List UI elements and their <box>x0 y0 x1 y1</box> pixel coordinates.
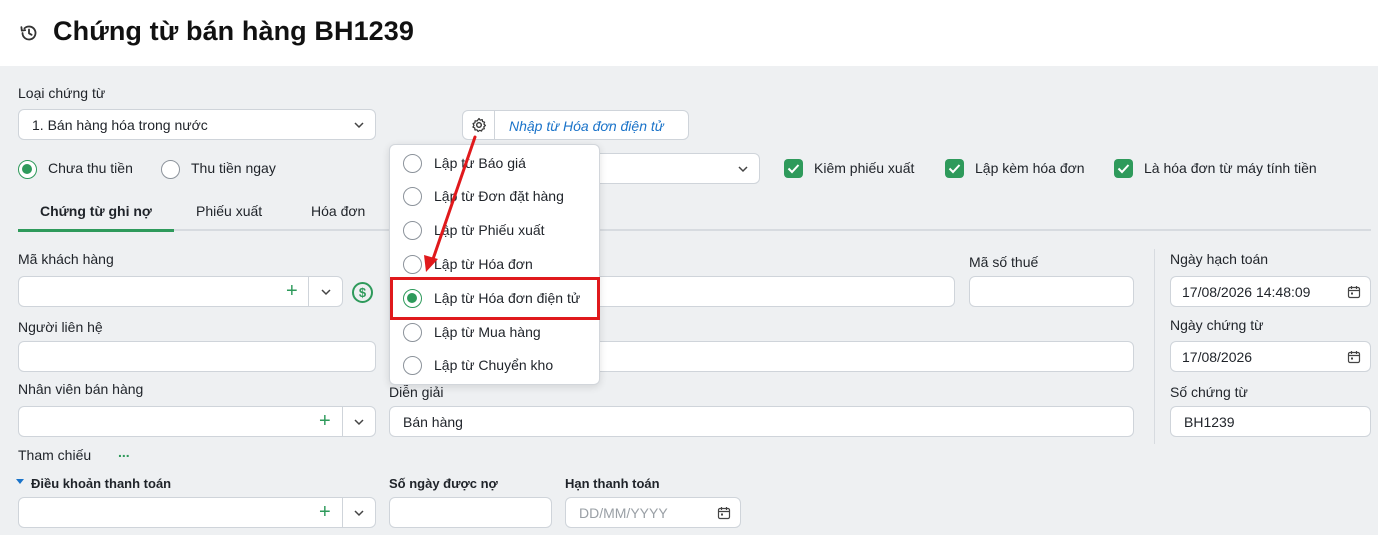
annotation-arrow <box>424 135 477 272</box>
